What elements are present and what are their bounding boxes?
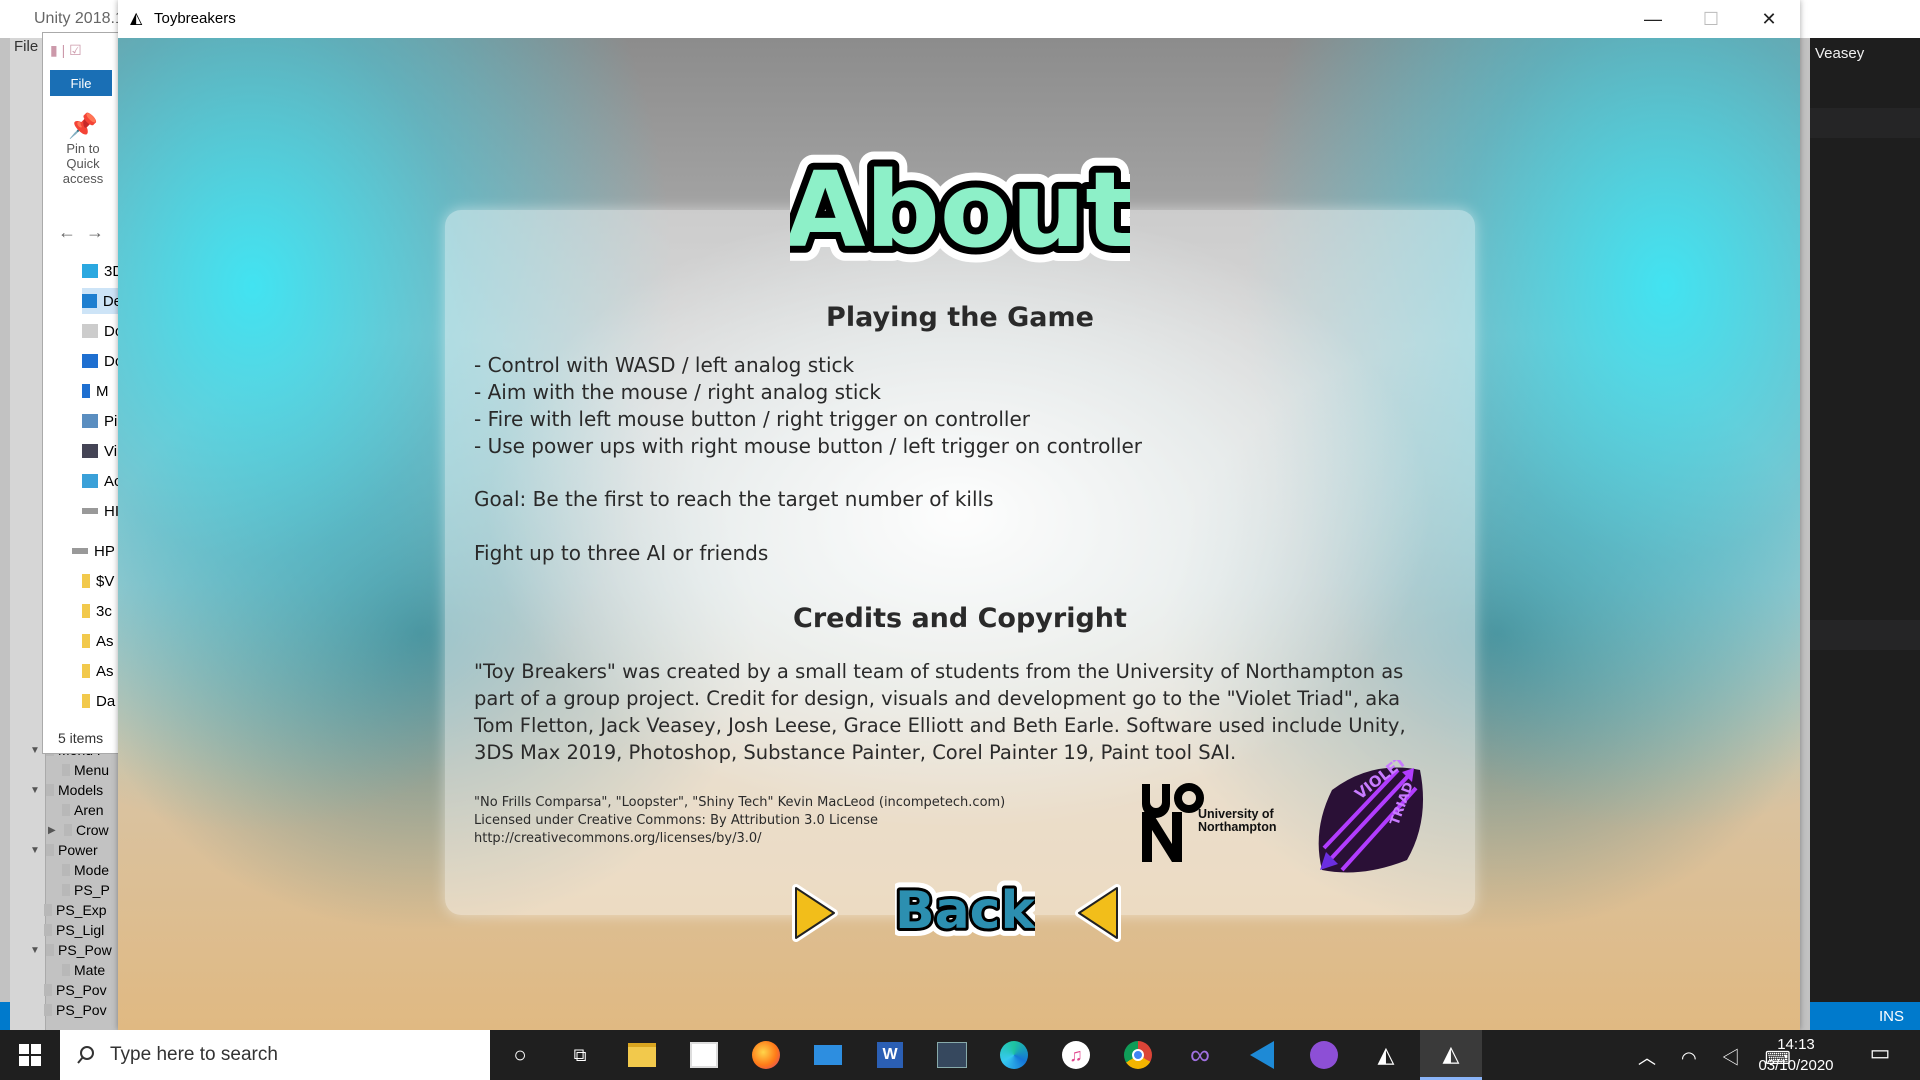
- word-icon[interactable]: W: [872, 1038, 908, 1072]
- unity-project-tree: ▼Menu F Menu ▼Models Aren ▶Crow ▼Power M…: [0, 740, 120, 1030]
- list-item: Control with WASD / left analog stick: [474, 352, 1142, 379]
- nav-item[interactable]: 3D: [82, 258, 123, 284]
- nav-item[interactable]: Do: [82, 348, 123, 374]
- tree-item[interactable]: Menu: [62, 760, 109, 780]
- left-arrow-icon[interactable]: [790, 882, 840, 944]
- task-view-icon[interactable]: ⧉: [562, 1038, 598, 1072]
- minimize-button[interactable]: —: [1630, 4, 1676, 34]
- unity-icon[interactable]: ◭: [1368, 1038, 1404, 1072]
- pin-icon: 📌: [68, 113, 98, 140]
- music-credit-line: Licensed under Creative Commons: By Attr…: [474, 813, 878, 828]
- close-button[interactable]: ✕: [1746, 4, 1792, 34]
- violet-triad-logo: VIOLET TRIAD: [1318, 760, 1424, 873]
- clock-time: 14:13: [1777, 1036, 1815, 1053]
- clock[interactable]: 14:13 03/10/2020: [1756, 1034, 1836, 1076]
- list-item: Fire with left mouse button / right trig…: [474, 406, 1142, 433]
- mail-icon[interactable]: [810, 1038, 846, 1072]
- explorer-file-tab[interactable]: File: [50, 70, 112, 96]
- mesh-app-icon[interactable]: [934, 1038, 970, 1072]
- search-placeholder: Type here to search: [110, 1044, 278, 1065]
- vs-tool-header: [1810, 620, 1920, 650]
- store-icon[interactable]: [686, 1038, 722, 1072]
- cortana-icon[interactable]: ○: [502, 1038, 538, 1072]
- credits-heading: Credits and Copyright: [793, 603, 1127, 634]
- notification-icon[interactable]: ▭: [1860, 1040, 1900, 1070]
- pin-label: Pin to Quick access: [62, 141, 104, 186]
- playing-heading: Playing the Game: [826, 302, 1094, 333]
- vs-code-icon[interactable]: [1244, 1038, 1280, 1072]
- nav-item[interactable]: Vi: [82, 438, 117, 464]
- nav-arrows[interactable]: ← →: [58, 222, 104, 243]
- unity-game-icon[interactable]: ◭: [1420, 1030, 1482, 1080]
- tree-item[interactable]: ▼ PS_Pow: [30, 940, 112, 960]
- game-titlebar: [118, 0, 1800, 38]
- music-credit: "No Frills Comparsa", "Loopster", "Shiny…: [474, 794, 1074, 848]
- tree-item[interactable]: ▶ Crow: [48, 820, 109, 840]
- about-title-fill: About: [790, 149, 1130, 271]
- tree-item[interactable]: Aren: [62, 800, 104, 820]
- visual-studio-panel: [1810, 38, 1920, 1030]
- vs-user-name[interactable]: Veasey: [1815, 45, 1864, 62]
- visual-studio-icon[interactable]: ∞: [1182, 1038, 1218, 1072]
- nav-item[interactable]: $V: [82, 568, 114, 594]
- players-text: Fight up to three AI or friends: [474, 541, 769, 565]
- github-icon[interactable]: [1306, 1038, 1342, 1072]
- tree-item[interactable]: Mode: [62, 860, 109, 880]
- status-strip: [0, 1002, 10, 1030]
- nav-item[interactable]: HP: [72, 538, 115, 564]
- vs-window-controls[interactable]: — ❐ ✕: [1815, 8, 1894, 28]
- right-arrow-icon[interactable]: [1073, 882, 1123, 944]
- nav-item[interactable]: Da: [82, 688, 115, 714]
- music-credit-line: http://creativecommons.org/licenses/by/3…: [474, 831, 762, 846]
- edge-icon[interactable]: [996, 1038, 1032, 1072]
- maximize-button[interactable]: ☐: [1688, 4, 1734, 34]
- nav-item[interactable]: Do: [82, 318, 123, 344]
- folder-icon: ▮ | ☑: [50, 42, 82, 58]
- nav-item[interactable]: As: [82, 658, 114, 684]
- unity-menu-file[interactable]: File: [14, 38, 38, 55]
- search-icon: [77, 1046, 94, 1064]
- file-explorer-icon[interactable]: [624, 1038, 660, 1072]
- pin-quick-access[interactable]: 📌 Pin to Quick access: [48, 112, 118, 186]
- vs-status-ins: INS: [1810, 1002, 1920, 1030]
- uon-logo-text: University of Northampton: [1198, 807, 1277, 834]
- svg-text:Back: Back: [895, 881, 1035, 941]
- windows-icon: [19, 1044, 41, 1066]
- tree-item[interactable]: Mate: [62, 960, 105, 980]
- windows-start-button[interactable]: [0, 1030, 60, 1080]
- unity-title: Unity 2018.1: [34, 10, 124, 27]
- nav-item[interactable]: 3c: [82, 598, 112, 624]
- nav-item[interactable]: As: [82, 628, 114, 654]
- tree-item[interactable]: PS_P: [62, 880, 110, 900]
- nav-item[interactable]: Pi: [82, 408, 117, 434]
- unity-logo-icon: ◭: [130, 10, 143, 27]
- explorer-status: 5 items: [58, 730, 104, 746]
- nav-item[interactable]: Ac: [82, 468, 122, 494]
- vs-tool-header: [1810, 108, 1920, 138]
- chrome-icon[interactable]: [1120, 1038, 1156, 1072]
- tree-item[interactable]: PS_Pov: [44, 1000, 107, 1020]
- tree-item[interactable]: PS_Exp: [44, 900, 107, 920]
- goal-text: Goal: Be the first to reach the target n…: [474, 487, 994, 511]
- controls-list: Control with WASD / left analog stick Ai…: [474, 352, 1142, 460]
- tree-item[interactable]: ▼ Models: [30, 780, 103, 800]
- back-button[interactable]: Back Back Back: [895, 868, 1035, 948]
- tree-item[interactable]: ▼ Power: [30, 840, 98, 860]
- taskbar-search[interactable]: Type here to search: [60, 1030, 490, 1080]
- about-title: About About About: [790, 146, 1130, 276]
- clock-date: 03/10/2020: [1758, 1057, 1834, 1074]
- list-item: Use power ups with right mouse button / …: [474, 433, 1142, 460]
- nav-item[interactable]: HI: [82, 498, 119, 524]
- firefox-icon[interactable]: [748, 1038, 784, 1072]
- list-item: Aim with the mouse / right analog stick: [474, 379, 1142, 406]
- itunes-icon[interactable]: ♫: [1058, 1038, 1094, 1072]
- tree-item[interactable]: PS_Pov: [44, 980, 107, 1000]
- credits-body: "Toy Breakers" was created by a small te…: [474, 660, 1406, 764]
- tree-item[interactable]: PS_Ligl: [44, 920, 104, 940]
- game-window-title: Toybreakers: [154, 10, 236, 27]
- nav-item[interactable]: M: [82, 378, 109, 404]
- nav-item[interactable]: De: [82, 288, 122, 314]
- music-credit-line: "No Frills Comparsa", "Loopster", "Shiny…: [474, 795, 1006, 810]
